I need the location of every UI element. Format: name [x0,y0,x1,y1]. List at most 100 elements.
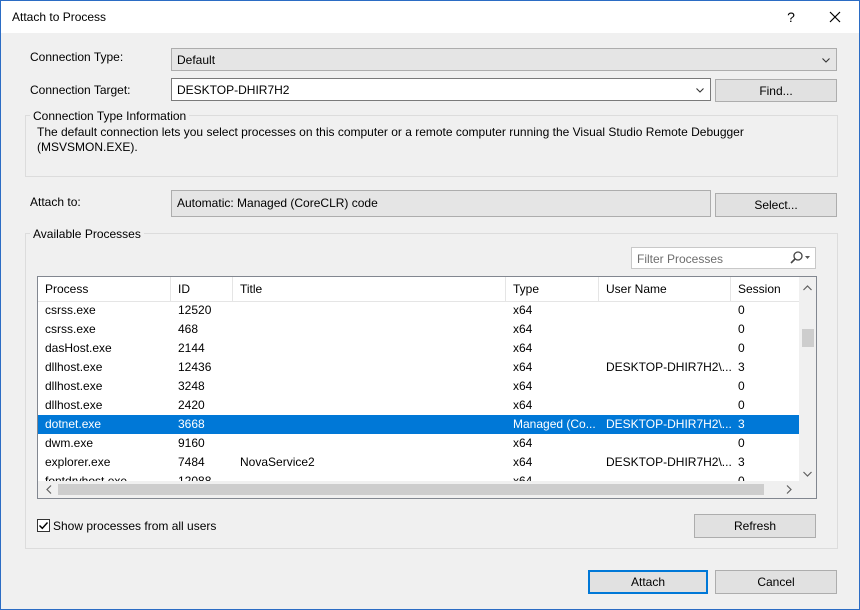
attach-to-process-dialog: Attach to Process ? Connection Type: Def… [0,0,860,610]
connection-type-value: Default [177,52,216,67]
cell-id: 2144 [178,341,205,355]
cell-process: explorer.exe [45,455,111,469]
cell-title [233,320,506,339]
table-row[interactable]: dllhost.exe 3248 x64 0 [38,377,800,396]
connection-target-label: Connection Target: [30,83,131,97]
attach-to-field: Automatic: Managed (CoreCLR) code [171,190,711,217]
search-icon[interactable] [787,251,811,265]
cell-user-name [599,339,731,358]
cell-type: x64 [513,455,533,469]
scroll-left-arrow[interactable] [40,481,57,498]
cell-process: dllhost.exe [45,398,103,412]
cell-session: 0 [738,398,745,412]
cell-user-name [599,301,731,320]
help-button[interactable]: ? [769,1,813,33]
connection-target-value: DESKTOP-DHIR7H2 [177,82,290,97]
vertical-scrollbar[interactable] [799,277,816,482]
cell-user-name [599,377,731,396]
cell-title [233,301,506,320]
filter-processes[interactable] [631,247,816,270]
cell-process: dasHost.exe [45,341,112,355]
table-row[interactable]: csrss.exe 12520 x64 0 [38,301,800,320]
connection-type-select[interactable]: Default [171,48,837,71]
table-row[interactable]: dwm.exe 9160 x64 0 [38,434,800,453]
show-all-users-checkbox[interactable] [37,519,50,532]
cell-id: 7484 [178,455,205,469]
table-row[interactable]: csrss.exe 468 x64 0 [38,320,800,339]
find-button[interactable]: Find... [715,79,837,102]
chevron-right-icon [786,485,792,494]
cell-process: dllhost.exe [45,379,103,393]
vertical-scroll-thumb[interactable] [802,329,814,347]
table-row[interactable]: dotnet.exe 3668 Managed (Co... DESKTOP-D… [38,415,800,434]
cell-session: 0 [738,436,745,450]
cell-id: 12436 [178,360,212,374]
cell-title [233,358,506,377]
chevron-down-icon[interactable] [696,86,704,94]
column-header-type[interactable]: Type [506,277,599,301]
cell-title [233,396,506,415]
process-list-header: Process ID Title Type User Name Session [38,277,800,302]
cell-type: x64 [513,398,533,412]
select-button[interactable]: Select... [715,193,837,217]
column-header-user-name[interactable]: User Name [599,277,731,301]
cell-type: Managed (Co... [513,417,596,431]
table-row[interactable]: dasHost.exe 2144 x64 0 [38,339,800,358]
refresh-button[interactable]: Refresh [694,514,816,538]
table-row[interactable]: explorer.exe 7484 NovaService2 x64 DESKT… [38,453,800,472]
cell-type: x64 [513,303,533,317]
cell-process: dwm.exe [45,436,94,450]
column-header-process[interactable]: Process [38,277,171,301]
process-rows: csrss.exe 12520 x64 0 csrss.exe 468 x64 … [38,301,800,482]
cell-type: x64 [513,436,533,450]
available-processes-title: Available Processes [30,227,144,241]
scroll-corner [799,481,816,498]
cell-id: 9160 [178,436,205,450]
connection-info-text: The default connection lets you select p… [37,125,744,154]
help-icon: ? [787,9,795,25]
process-list: Process ID Title Type User Name Session … [37,276,817,499]
chevron-down-icon [822,57,830,63]
cell-id: 3668 [178,417,205,431]
close-button[interactable] [813,1,857,33]
cell-session: 0 [738,379,745,393]
attach-to-label: Attach to: [30,195,81,209]
chevron-left-icon [45,485,51,494]
connection-target-combobox[interactable]: DESKTOP-DHIR7H2 [171,78,711,101]
cell-type: x64 [513,360,533,374]
cell-title: NovaService2 [240,455,315,469]
attach-button[interactable]: Attach [588,570,708,594]
cell-session: 0 [738,322,745,336]
column-header-id[interactable]: ID [171,277,233,301]
cell-session: 3 [738,455,745,469]
cell-session: 0 [738,303,745,317]
title-bar: Attach to Process ? [1,1,859,33]
cell-id: 3248 [178,379,205,393]
horizontal-scrollbar[interactable] [38,481,800,498]
cancel-button[interactable]: Cancel [715,570,837,594]
close-icon [829,11,841,23]
cell-type: x64 [513,322,533,336]
cell-title [233,434,506,453]
cell-session: 0 [738,341,745,355]
show-all-users-label[interactable]: Show processes from all users [53,519,216,533]
column-header-session[interactable]: Session [731,277,800,301]
filter-processes-input[interactable] [632,248,789,270]
cell-title [233,339,506,358]
cell-type: x64 [513,379,533,393]
cell-id: 468 [178,322,199,336]
cell-title [233,377,506,396]
table-row[interactable]: dllhost.exe 12436 x64 DESKTOP-DHIR7H2\..… [38,358,800,377]
table-row[interactable]: dllhost.exe 2420 x64 0 [38,396,800,415]
column-header-title[interactable]: Title [233,277,506,301]
scroll-right-arrow[interactable] [780,481,797,498]
checkmark-icon [39,522,49,530]
cell-process: dllhost.exe [45,360,103,374]
cell-user-name [599,320,731,339]
horizontal-scroll-thumb[interactable] [58,484,764,495]
chevron-down-icon [803,471,812,477]
cell-process: csrss.exe [45,322,96,336]
scroll-down-arrow[interactable] [799,465,816,482]
window-title: Attach to Process [12,10,107,24]
scroll-up-arrow[interactable] [799,279,816,296]
